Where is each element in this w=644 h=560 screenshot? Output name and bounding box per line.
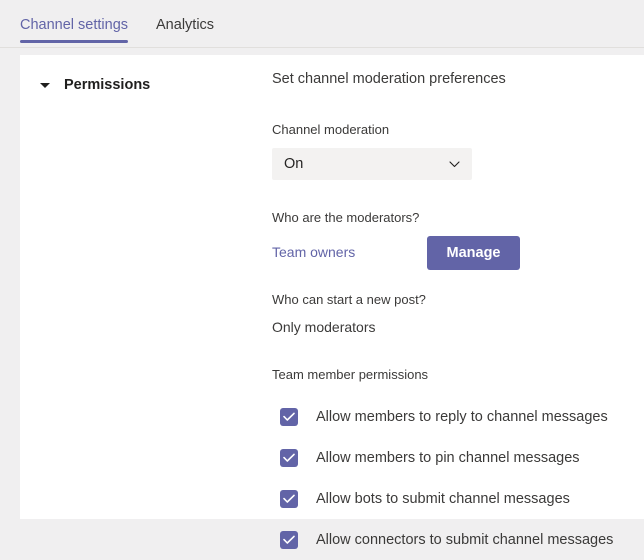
checkbox-label: Allow bots to submit channel messages	[316, 489, 570, 509]
tab-bar: Channel settings Analytics	[0, 0, 644, 48]
new-post-value: Only moderators	[272, 318, 632, 337]
tab-analytics[interactable]: Analytics	[156, 16, 214, 43]
tab-analytics-label: Analytics	[156, 17, 214, 33]
checkbox-checked-icon[interactable]	[280, 449, 298, 467]
chevron-down-icon	[449, 159, 460, 170]
channel-moderation-value: On	[272, 148, 303, 180]
chevron-down-icon	[40, 83, 50, 88]
checkbox-checked-icon[interactable]	[280, 531, 298, 549]
tab-channel-settings[interactable]: Channel settings	[20, 16, 128, 43]
tab-channel-settings-label: Channel settings	[20, 17, 128, 33]
permissions-section-title: Permissions	[64, 75, 150, 95]
checkbox-row[interactable]: Allow members to pin channel messages	[272, 437, 632, 478]
team-owners-link[interactable]: Team owners	[272, 242, 355, 262]
moderators-label: Who are the moderators?	[272, 209, 632, 227]
moderators-row: Team owners Manage	[272, 236, 632, 270]
checkbox-row[interactable]: Allow connectors to submit channel messa…	[272, 519, 632, 560]
checkbox-checked-icon[interactable]	[280, 490, 298, 508]
new-post-label: Who can start a new post?	[272, 291, 632, 309]
settings-card: Permissions Set channel moderation prefe…	[20, 55, 644, 519]
permissions-section-toggle[interactable]: Permissions	[40, 75, 150, 95]
checkbox-row[interactable]: Allow members to reply to channel messag…	[272, 396, 632, 437]
checkbox-row[interactable]: Allow bots to submit channel messages	[272, 478, 632, 519]
manage-button[interactable]: Manage	[427, 236, 520, 270]
team-member-permissions-list: Allow members to reply to channel messag…	[272, 396, 632, 560]
team-member-permissions-label: Team member permissions	[272, 366, 632, 384]
channel-moderation-select[interactable]: On	[272, 148, 472, 180]
permissions-panel: Set channel moderation preferences Chann…	[272, 69, 632, 560]
checkbox-label: Allow members to pin channel messages	[316, 448, 580, 468]
tab-list: Channel settings Analytics	[20, 16, 214, 43]
channel-moderation-label: Channel moderation	[272, 121, 632, 139]
checkbox-label: Allow connectors to submit channel messa…	[316, 530, 613, 550]
checkbox-label: Allow members to reply to channel messag…	[316, 407, 608, 427]
checkbox-checked-icon[interactable]	[280, 408, 298, 426]
panel-heading: Set channel moderation preferences	[272, 69, 632, 89]
